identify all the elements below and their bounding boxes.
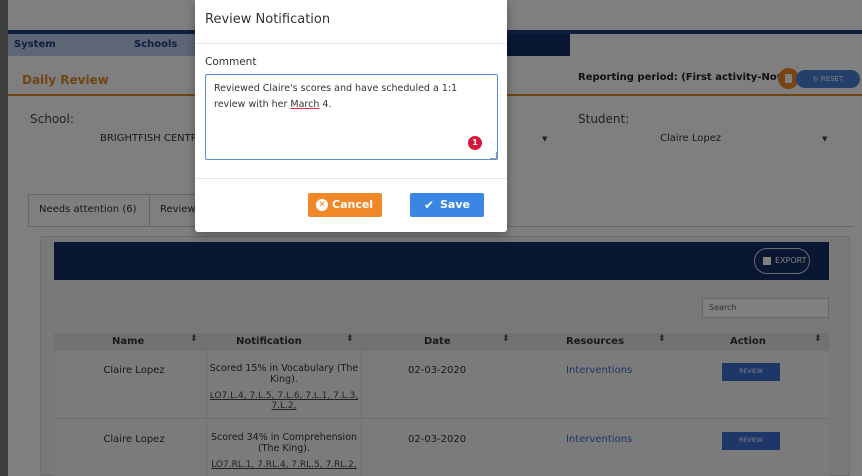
comment-text-end: 4. — [319, 99, 332, 110]
comment-label: Comment — [205, 56, 257, 68]
spelling-error-badge[interactable]: 1 — [468, 136, 482, 150]
cancel-label: Cancel — [332, 198, 374, 211]
comment-text: Reviewed Claire's scores and have schedu… — [214, 83, 458, 110]
save-button[interactable]: ✔ Save — [410, 193, 484, 217]
comment-textarea[interactable]: Reviewed Claire's scores and have schedu… — [205, 74, 498, 160]
resize-handle[interactable] — [490, 152, 497, 159]
cancel-button[interactable]: ✕ Cancel — [308, 193, 382, 217]
review-notification-dialog: Review Notification Comment Reviewed Cla… — [195, 0, 507, 232]
dialog-footer-divider — [195, 178, 507, 179]
dialog-title: Review Notification — [205, 12, 331, 27]
check-icon: ✔ — [423, 198, 435, 212]
misspelled-word: March — [290, 99, 320, 110]
dialog-header: Review Notification — [195, 0, 507, 44]
close-circle-icon: ✕ — [316, 199, 328, 211]
save-label: Save — [440, 198, 470, 211]
